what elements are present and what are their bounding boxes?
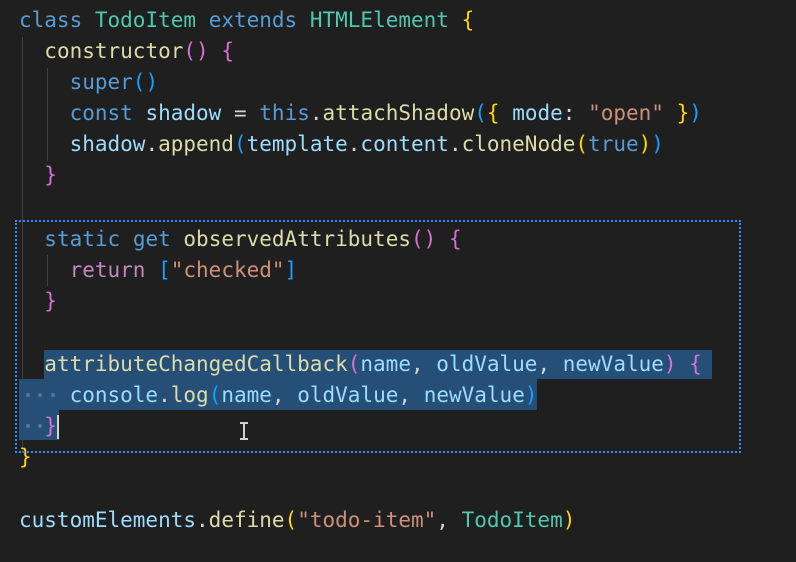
close-paren: ) bbox=[562, 508, 576, 532]
variable-template: template bbox=[246, 132, 348, 156]
string-open: "open" bbox=[588, 101, 664, 125]
keyword-this: this bbox=[259, 101, 310, 125]
constructor-name: constructor bbox=[44, 39, 184, 63]
property-mode: mode bbox=[512, 101, 563, 125]
dot: . bbox=[196, 508, 209, 532]
code-line-2[interactable]: constructor() { bbox=[19, 36, 234, 67]
code-line-5[interactable]: shadow.append(template.content.cloneNode… bbox=[19, 129, 664, 160]
super-call: super bbox=[69, 70, 133, 94]
keyword-class: class bbox=[19, 8, 83, 32]
code-line-6[interactable]: } bbox=[19, 160, 57, 191]
colon: : bbox=[562, 101, 576, 125]
variable-shadow: shadow bbox=[69, 132, 146, 156]
focus-outline bbox=[15, 220, 741, 453]
method-append: append bbox=[158, 132, 234, 156]
dot: . bbox=[309, 101, 323, 125]
keyword-extends: extends bbox=[208, 8, 298, 32]
method-define: define bbox=[208, 508, 285, 532]
method-attachShadow: attachShadow bbox=[322, 101, 475, 125]
close-paren: ) bbox=[638, 132, 652, 156]
code-line-1[interactable]: class TodoItem extends HTMLElement { bbox=[19, 5, 474, 36]
parens: () bbox=[183, 39, 209, 63]
code-editor[interactable]: class TodoItem extends HTMLElement { con… bbox=[0, 0, 796, 562]
base-class-name: HTMLElement bbox=[309, 8, 449, 32]
class-name: TodoItem bbox=[94, 8, 197, 32]
open-paren: ( bbox=[284, 508, 298, 532]
close-brace: } bbox=[676, 101, 690, 125]
object-customElements: customElements bbox=[19, 508, 197, 532]
code-line-4[interactable]: const shadow = this.attachShadow({ mode:… bbox=[19, 98, 702, 129]
comma: , bbox=[436, 508, 449, 532]
open-brace: { bbox=[486, 101, 500, 125]
keyword-const: const bbox=[69, 101, 133, 125]
code-line-3[interactable]: super() bbox=[19, 67, 159, 98]
open-paren: ( bbox=[575, 132, 589, 156]
operator-equals: = bbox=[233, 101, 247, 125]
close-paren: ) bbox=[651, 132, 664, 156]
literal-true: true bbox=[588, 132, 639, 156]
dot: . bbox=[347, 132, 361, 156]
code-line-17[interactable]: customElements.define("todo-item", TodoI… bbox=[19, 505, 575, 536]
variable-shadow: shadow bbox=[145, 101, 222, 125]
close-paren: ) bbox=[689, 101, 702, 125]
property-content: content bbox=[360, 132, 449, 156]
open-brace: { bbox=[461, 8, 475, 32]
dot: . bbox=[145, 132, 159, 156]
dot: . bbox=[448, 132, 462, 156]
open-paren: ( bbox=[233, 132, 247, 156]
open-paren: ( bbox=[474, 101, 487, 125]
text-ibeam-cursor-icon bbox=[238, 422, 250, 440]
parens: () bbox=[132, 70, 159, 94]
class-ref-TodoItem: TodoItem bbox=[461, 508, 563, 532]
string-todo-item: "todo-item" bbox=[297, 508, 437, 532]
open-brace: { bbox=[221, 39, 234, 63]
close-brace: } bbox=[44, 163, 57, 187]
method-cloneNode: cloneNode bbox=[461, 132, 576, 156]
